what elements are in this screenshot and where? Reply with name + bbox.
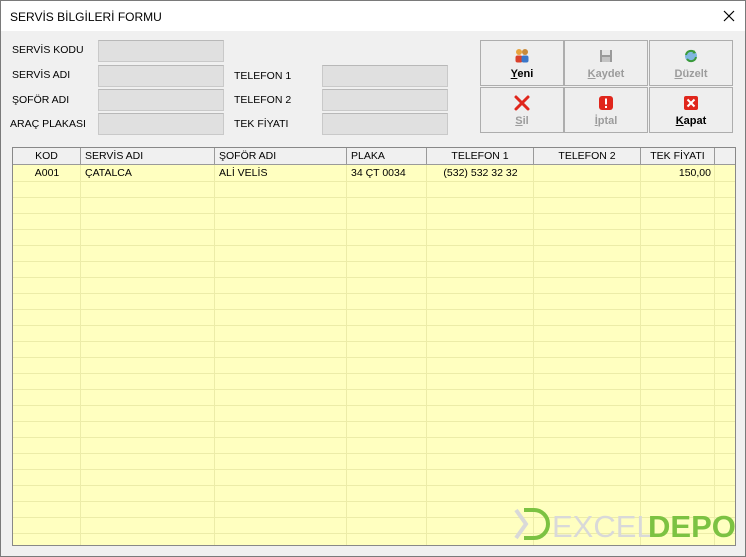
- delete-x-icon: [514, 95, 530, 110]
- kapat-label: apat: [683, 114, 707, 127]
- col-header-plaka[interactable]: PLAKA: [347, 148, 427, 165]
- duzelt-button[interactable]: Düzelt: [649, 40, 733, 86]
- col-header-servis-adi[interactable]: SERVİS ADI: [81, 148, 215, 165]
- iptal-label: ptal: [597, 114, 618, 127]
- refresh-icon: [685, 49, 697, 62]
- close-box-icon: [684, 95, 698, 110]
- tek-fiyati-label: TEK FİYATI: [234, 118, 289, 130]
- cell-telefon2[interactable]: [534, 165, 641, 181]
- sofor-adi-field[interactable]: [98, 89, 224, 111]
- col-header-sofor-adi[interactable]: ŞOFÖR ADI: [215, 148, 347, 165]
- cell-tek-fiyati[interactable]: 150,00: [641, 165, 715, 181]
- sil-button[interactable]: Sil: [480, 87, 564, 133]
- iptal-button[interactable]: İptal: [564, 87, 648, 133]
- servis-list-grid[interactable]: KOD SERVİS ADI ŞOFÖR ADI PLAKA TELEFON 1…: [12, 147, 736, 546]
- kapat-hotkey: K: [675, 114, 684, 127]
- arac-plakasi-field[interactable]: [98, 113, 224, 135]
- cell-sofor-adi[interactable]: ALİ VELİS: [215, 165, 347, 181]
- logo-text-excel: EXCEL: [552, 509, 654, 542]
- grid-body: A001 ÇATALCA ALİ VELİS 34 ÇT 0034 (532) …: [13, 165, 735, 545]
- close-icon: [723, 10, 735, 22]
- close-window-button[interactable]: [713, 1, 745, 31]
- kaydet-hotkey: K: [587, 67, 596, 80]
- col-header-kod[interactable]: KOD: [13, 148, 81, 165]
- logo-text-depo: DEPO: [648, 509, 736, 542]
- warning-icon: [599, 95, 613, 110]
- cell-servis-adi[interactable]: ÇATALCA: [81, 165, 215, 181]
- servis-kodu-field[interactable]: [98, 40, 224, 62]
- telefon1-label: TELEFON 1: [234, 70, 292, 82]
- servis-adi-field[interactable]: [98, 65, 224, 87]
- cell-plaka[interactable]: 34 ÇT 0034: [347, 165, 427, 181]
- users-icon: [515, 48, 529, 62]
- yeni-label: eni: [517, 67, 534, 80]
- grid-header: KOD SERVİS ADI ŞOFÖR ADI PLAKA TELEFON 1…: [13, 148, 735, 165]
- servis-adi-label: SERVİS ADI: [12, 69, 71, 81]
- col-header-telefon2[interactable]: TELEFON 2: [534, 148, 641, 165]
- form-window: SERVİS BİLGİLERİ FORMU SERVİS KODU SERVİ…: [0, 0, 746, 557]
- kaydet-label: aydet: [595, 67, 625, 80]
- kapat-button[interactable]: Kapat: [649, 87, 733, 133]
- telefon2-field[interactable]: [322, 89, 448, 111]
- telefon2-label: TELEFON 2: [234, 94, 292, 106]
- duzelt-label: üzelt: [682, 67, 708, 80]
- sofor-adi-label: ŞOFÖR ADI: [12, 94, 70, 106]
- excel-depo-logo: EXCEL DEPO: [514, 508, 736, 542]
- telefon1-field[interactable]: [322, 65, 448, 87]
- window-title: SERVİS BİLGİLERİ FORMU: [10, 10, 162, 24]
- servis-kodu-label: SERVİS KODU: [12, 44, 84, 56]
- tek-fiyati-field[interactable]: [322, 113, 448, 135]
- cell-telefon1[interactable]: (532) 532 32 32: [427, 165, 534, 181]
- title-bar: SERVİS BİLGİLERİ FORMU: [1, 1, 745, 31]
- sil-label: il: [522, 114, 529, 127]
- col-header-telefon1[interactable]: TELEFON 1: [427, 148, 534, 165]
- yeni-button[interactable]: Yeni: [480, 40, 564, 86]
- arac-plakasi-label: ARAÇ PLAKASI: [10, 118, 86, 130]
- col-header-tek-fiyati[interactable]: TEK FİYATI: [641, 148, 715, 165]
- sil-hotkey: S: [515, 114, 523, 127]
- save-icon: [600, 49, 612, 62]
- cell-kod[interactable]: A001: [13, 165, 81, 181]
- kaydet-button[interactable]: Kaydet: [564, 40, 648, 86]
